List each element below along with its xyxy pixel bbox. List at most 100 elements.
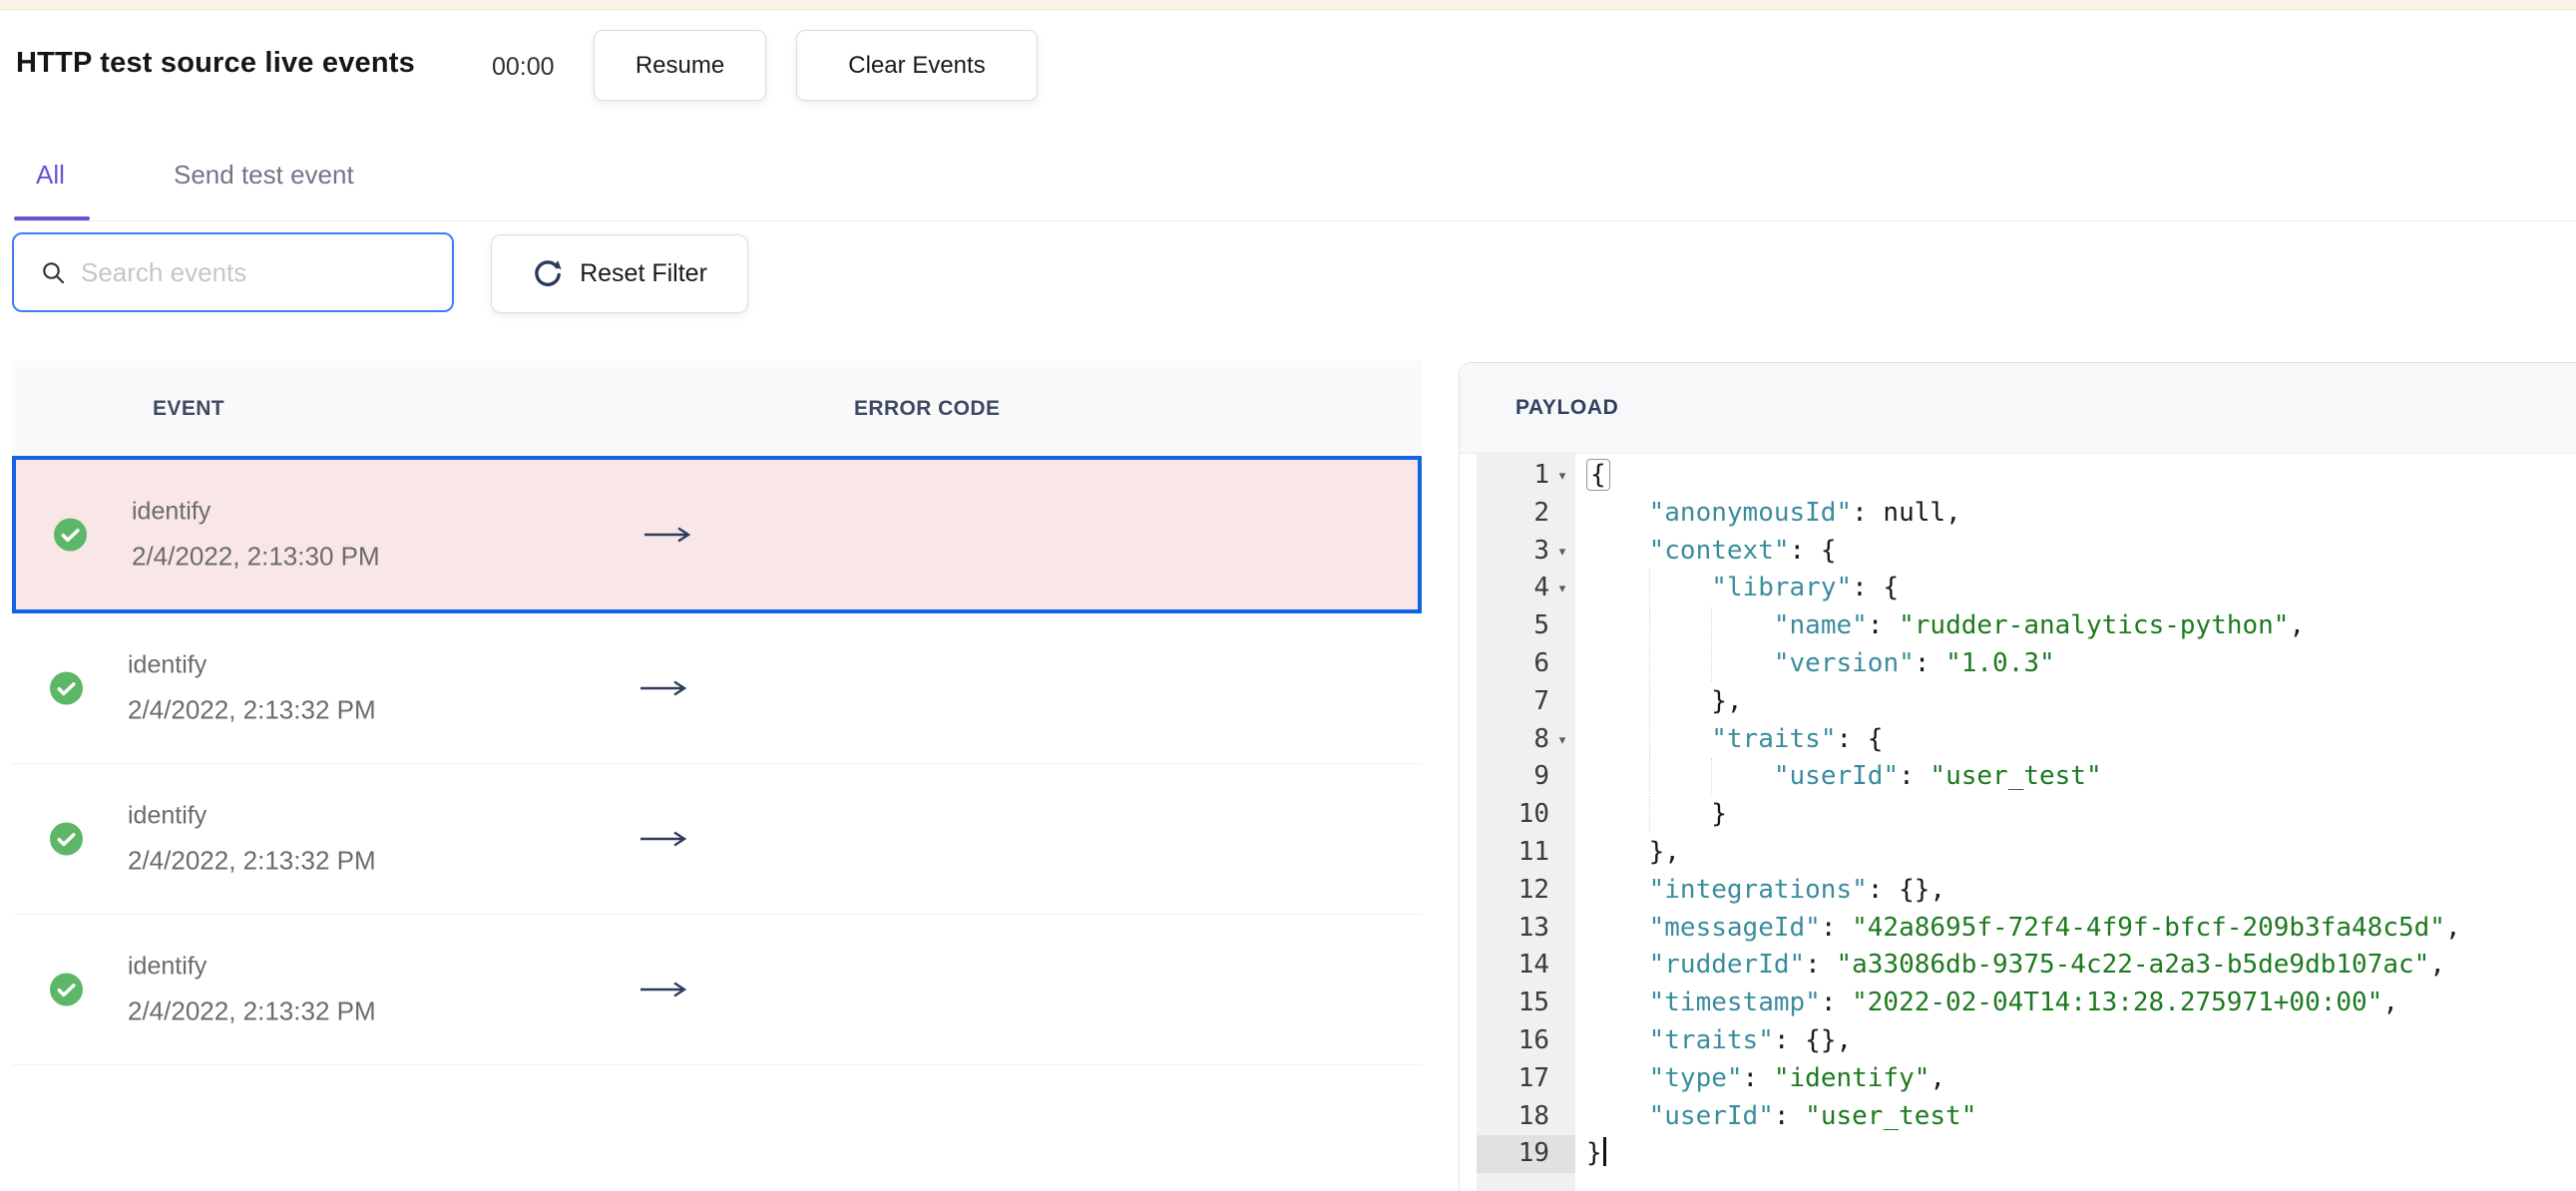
code-line-text: "userId": "user_test"	[1575, 758, 2102, 796]
code-line: 15 "timestamp": "2022-02-04T14:13:28.275…	[1460, 985, 2576, 1022]
code-line: 8 ▾ "traits": {	[1460, 721, 2576, 759]
code-line-text: "name": "rudder-analytics-python",	[1575, 607, 2305, 645]
payload-json-editor[interactable]: 1 ▾{2 "anonymousId": null, 3 ▾ "context": {…	[1460, 454, 2576, 1191]
tab-send-test-event[interactable]: Send test event	[174, 160, 354, 191]
success-check-icon	[54, 518, 87, 552]
code-line-text: }	[1575, 796, 1727, 834]
events-table-header: EVENT ERROR CODE	[12, 361, 1422, 456]
code-line-text: "userId": "user_test"	[1648, 1100, 1977, 1131]
code-line-text: "type": "identify",	[1648, 1062, 1946, 1093]
line-number: 3	[1533, 535, 1549, 566]
search-icon	[43, 261, 65, 283]
line-number: 17	[1517, 1062, 1549, 1093]
code-line: 18 "userId": "user_test"	[1460, 1098, 2576, 1136]
event-row[interactable]: identify 2/4/2022, 2:13:32 PM	[12, 915, 1422, 1065]
code-line: 1 ▾{	[1460, 457, 2576, 495]
code-line: 5 "name": "rudder-analytics-python",	[1460, 607, 2576, 645]
tabs-divider	[14, 220, 2576, 221]
payload-panel-title: PAYLOAD	[1515, 396, 1619, 419]
code-line-text: "anonymousId": null,	[1648, 497, 1961, 528]
line-number: 10	[1517, 799, 1549, 830]
code-line: 7 },	[1460, 683, 2576, 721]
line-number-cell: 8 ▾	[1477, 721, 1575, 759]
line-number: 9	[1533, 761, 1549, 792]
code-line: 9 "userId": "user_test"	[1460, 758, 2576, 796]
line-number-cell: 5	[1477, 607, 1575, 645]
page-title: HTTP test source live events	[16, 47, 415, 79]
code-line: 14 "rudderId": "a33086db-9375-4c22-a2a3-…	[1460, 947, 2576, 985]
search-events-box[interactable]	[12, 232, 454, 312]
fold-toggle-icon[interactable]: ▾	[1549, 570, 1575, 607]
search-input[interactable]	[79, 255, 422, 289]
code-line: 6 "version": "1.0.3"	[1460, 645, 2576, 683]
code-line: 12 "integrations": {},	[1460, 872, 2576, 910]
fold-toggle-icon[interactable]: ▾	[1549, 457, 1575, 495]
line-number-cell: 11	[1477, 834, 1575, 872]
line-number: 7	[1533, 685, 1549, 716]
line-number-cell: 7	[1477, 683, 1575, 721]
line-number-cell: 13	[1477, 910, 1575, 948]
arrow-right-icon	[639, 678, 688, 698]
event-timestamp: 2/4/2022, 2:13:32 PM	[128, 694, 376, 725]
line-number: 8	[1533, 723, 1549, 754]
event-row[interactable]: identify 2/4/2022, 2:13:30 PM	[12, 456, 1422, 613]
refresh-icon	[535, 259, 562, 286]
code-line-text: {	[1575, 457, 1610, 495]
line-number: 11	[1517, 836, 1549, 867]
fold-toggle-icon[interactable]: ▾	[1549, 721, 1575, 759]
payload-panel: PAYLOAD 1 ▾{2 "anonymousId": null, 3 ▾ "con…	[1459, 362, 2576, 1191]
success-check-icon	[50, 973, 83, 1006]
resume-button[interactable]: Resume	[594, 30, 766, 101]
code-line: 16 "traits": {},	[1460, 1022, 2576, 1060]
line-number: 18	[1517, 1100, 1549, 1131]
event-type: identify	[128, 650, 208, 679]
event-cell: identify 2/4/2022, 2:13:32 PM	[128, 651, 376, 726]
code-line-text: "library": {	[1575, 570, 1899, 607]
event-cell: identify 2/4/2022, 2:13:32 PM	[128, 802, 376, 877]
line-number-cell: 15	[1477, 985, 1575, 1022]
code-line: 19}	[1460, 1135, 2576, 1174]
code-line: 17 "type": "identify",	[1460, 1060, 2576, 1098]
arrow-right-icon	[639, 829, 688, 849]
success-check-icon	[50, 822, 83, 856]
events-table-body: identify 2/4/2022, 2:13:30 PM identify 2/4/…	[12, 456, 1422, 1065]
line-number: 6	[1533, 647, 1549, 678]
code-line-text: "messageId": "42a8695f-72f4-4f9f-bfcf-20…	[1648, 912, 2461, 943]
reset-filter-label: Reset Filter	[580, 259, 707, 287]
events-table: EVENT ERROR CODE identify 2/4/2022, 2:13:…	[12, 361, 1422, 1065]
line-number-cell: 19	[1477, 1135, 1575, 1174]
code-line-text: "integrations": {},	[1648, 874, 1946, 905]
line-number: 16	[1517, 1024, 1549, 1055]
fold-toggle-icon[interactable]: ▾	[1549, 533, 1575, 571]
line-number: 13	[1517, 912, 1549, 943]
event-timestamp: 2/4/2022, 2:13:32 PM	[128, 845, 376, 876]
line-number: 15	[1517, 988, 1549, 1018]
event-cell: identify 2/4/2022, 2:13:32 PM	[128, 953, 376, 1027]
top-accent-bar	[0, 0, 2576, 10]
code-line: 13 "messageId": "42a8695f-72f4-4f9f-bfcf…	[1460, 910, 2576, 948]
code-line-text: },	[1575, 683, 1742, 721]
code-line: 4 ▾ "library": {	[1460, 570, 2576, 607]
timer-value: 00:00	[492, 53, 555, 81]
line-number: 19	[1517, 1138, 1549, 1169]
line-number-cell: 3 ▾	[1477, 533, 1575, 571]
line-number: 2	[1533, 497, 1549, 528]
clear-events-button[interactable]: Clear Events	[796, 30, 1038, 101]
event-cell: identify 2/4/2022, 2:13:30 PM	[132, 498, 380, 573]
live-events-page: HTTP test source live events 00:00 Resum…	[0, 0, 2576, 1191]
event-row[interactable]: identify 2/4/2022, 2:13:32 PM	[12, 613, 1422, 764]
event-timestamp: 2/4/2022, 2:13:32 PM	[128, 995, 376, 1026]
reset-filter-button[interactable]: Reset Filter	[491, 234, 748, 313]
line-number: 12	[1517, 874, 1549, 905]
code-line-text: },	[1648, 836, 1680, 867]
code-line: 11 },	[1460, 834, 2576, 872]
line-number: 5	[1533, 610, 1549, 641]
event-type: identify	[128, 952, 208, 981]
event-row[interactable]: identify 2/4/2022, 2:13:32 PM	[12, 764, 1422, 915]
success-check-icon	[50, 671, 83, 705]
code-line-text: "timestamp": "2022-02-04T14:13:28.275971…	[1648, 988, 2398, 1018]
tab-all[interactable]: All	[36, 160, 65, 191]
code-line-text: }	[1575, 1135, 1606, 1173]
code-line-text: "traits": {},	[1648, 1024, 1853, 1055]
code-line: 10 }	[1460, 796, 2576, 834]
